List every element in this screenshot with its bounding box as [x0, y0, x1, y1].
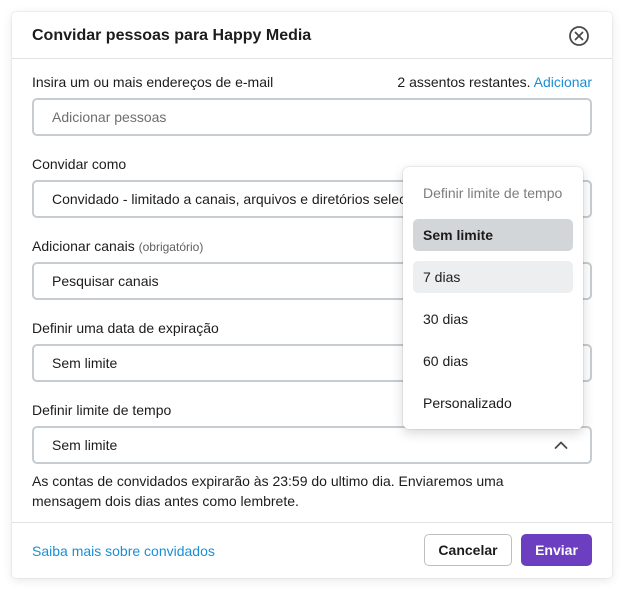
email-label: Insira um ou mais endereços de e-mail [32, 74, 274, 90]
guest-expiry-note: As contas de convidados expirarão às 23:… [32, 473, 504, 509]
dropdown-option-7-days[interactable]: 7 dias [413, 261, 573, 293]
close-button[interactable] [568, 25, 590, 47]
learn-more-link[interactable]: Saiba mais sobre convidados [32, 543, 215, 559]
channels-label-text: Adicionar canais [32, 238, 135, 254]
email-input[interactable]: Adicionar pessoas [32, 98, 592, 136]
chevron-up-icon [554, 441, 568, 449]
time-limit-value: Sem limite [52, 437, 118, 453]
send-button[interactable]: Enviar [521, 534, 592, 566]
dropdown-header: Definir limite de tempo [423, 185, 563, 201]
dropdown-option-30-days[interactable]: 30 dias [413, 303, 573, 335]
time-limit-label: Definir limite de tempo [32, 402, 172, 418]
invite-as-label: Convidar como [32, 156, 127, 172]
dropdown-option-no-limit[interactable]: Sem limite [413, 219, 573, 251]
time-limit-select[interactable]: Sem limite [32, 426, 592, 464]
modal-footer: Saiba mais sobre convidados Cancelar Env… [12, 522, 612, 578]
dropdown-option-60-days[interactable]: 60 dias [413, 345, 573, 377]
channels-label: Adicionar canais (obrigatório) [32, 238, 203, 254]
seats-remaining: 2 assentos restantes. Adicionar [397, 74, 592, 90]
seats-text: 2 assentos restantes. [397, 74, 531, 90]
cancel-button[interactable]: Cancelar [424, 534, 512, 566]
close-circle-icon [569, 26, 589, 46]
modal-title: Convidar pessoas para Happy Media [32, 27, 312, 44]
dropdown-option-custom[interactable]: Personalizado [413, 387, 573, 419]
add-seats-link[interactable]: Adicionar [534, 74, 592, 90]
expiration-label: Definir uma data de expiração [32, 320, 219, 336]
channels-required-hint: (obrigatório) [138, 240, 204, 254]
time-limit-dropdown: Definir limite de tempo Sem limite 7 dia… [403, 167, 583, 429]
modal-header: Convidar pessoas para Happy Media [12, 12, 612, 59]
